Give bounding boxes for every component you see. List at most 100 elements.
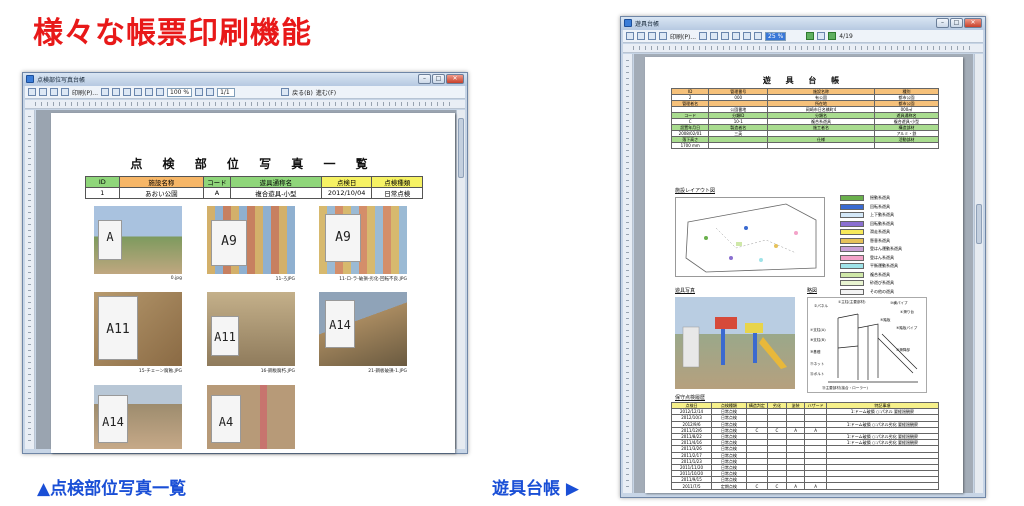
history-cell: 定期点検 [711, 482, 747, 490]
photo-section-title: 遊具写真 [675, 288, 696, 294]
first-page-icon[interactable] [195, 88, 204, 96]
legend-item: 登はん運動系遊具 [840, 245, 930, 254]
multi-page-icon[interactable] [732, 32, 741, 40]
photo-board: A [98, 220, 122, 260]
next-button[interactable]: 進む(F) [316, 88, 336, 97]
header-table: ID 施設名称 コード 遊具通称名 点検日 点検種類 1 あおい公園 A 複合遊… [85, 176, 423, 199]
find-icon[interactable] [710, 32, 719, 40]
col-header: 施設名称 [118, 176, 204, 188]
diagram-label: ⑦支柱(A) [810, 328, 826, 332]
equipment-legend: 揺動系遊具 回転系遊具 上下動系遊具 回転動系遊具 滑走系遊具 懸垂系遊具 登は… [840, 194, 930, 296]
col-header: 遊具通称名 [229, 176, 322, 188]
single-page-icon[interactable] [721, 32, 730, 40]
ledger-page: 遊 具 台 帳 ID 管理番号 施設名称 種別 2 000 有公園 都市公園 管… [645, 57, 963, 493]
print-icon[interactable] [61, 88, 69, 96]
vertical-scrollbar[interactable] [974, 54, 983, 493]
legend-swatch [840, 246, 864, 253]
caption-ledger: 遊具台帳 ▶ [492, 479, 579, 499]
save-icon[interactable] [637, 32, 645, 40]
setup-icon[interactable] [648, 32, 656, 40]
page-indicator[interactable]: 1/1 [217, 87, 236, 97]
table-cell: 日常点検 [371, 187, 423, 199]
open-icon[interactable] [626, 32, 634, 40]
legend-label: 登はん系遊具 [870, 254, 894, 260]
copy-icon[interactable] [699, 32, 708, 40]
legend-item: 揺動系遊具 [840, 194, 930, 203]
equipment-ledger-window: 遊具台帳 – □ ✕ 印刷(P)... 25 % 4/19 遊 具 台 帳 ID… [620, 16, 986, 498]
vertical-ruler [623, 54, 633, 493]
photo-caption: 15-チェーン腐蝕.JPG [138, 369, 182, 374]
maximize-button[interactable]: □ [432, 74, 445, 84]
print-button[interactable]: 印刷(P)... [670, 32, 696, 41]
info-cell: 1700 mm [670, 142, 710, 149]
history-section-title: 保守点検履歴 [675, 395, 706, 401]
diagram-label: ⑩滑降部 [896, 348, 911, 352]
history-cell: A [785, 482, 806, 490]
legend-swatch [840, 203, 864, 210]
legend-swatch [840, 254, 864, 261]
horizontal-ruler [623, 44, 983, 53]
legend-label: 滑走系遊具 [870, 229, 890, 235]
history-header: 構造判定 [745, 401, 769, 410]
back-button[interactable]: 戻る(B) [292, 88, 313, 97]
history-cell [825, 482, 940, 490]
window-title: 遊具台帳 [635, 21, 660, 28]
minimize-button[interactable]: – [418, 74, 431, 84]
info-cell [873, 142, 940, 149]
close-button[interactable]: ✕ [446, 74, 464, 84]
diagram-label: ③横パイプ [890, 301, 908, 305]
app-icon [26, 75, 34, 83]
legend-item: 砂遊び系遊具 [840, 279, 930, 288]
diagram-label: ⑫ボルト [810, 372, 825, 376]
inspection-photo: A [94, 206, 182, 274]
print-button[interactable]: 印刷(P)... [72, 88, 98, 97]
history-cell: C [745, 482, 769, 490]
setup-icon[interactable] [50, 88, 58, 96]
col-header: 点検種類 [371, 176, 423, 188]
open-icon[interactable] [28, 88, 36, 96]
legend-label: 砂遊び系遊具 [870, 280, 894, 286]
find-icon[interactable] [112, 88, 121, 96]
app-icon [624, 19, 632, 27]
legend-item: 平衡運動系遊具 [840, 262, 930, 271]
ledger-title: 遊 具 台 帳 [762, 76, 846, 85]
info-table: ID 管理番号 施設名称 種別 2 000 有公園 都市公園 管理者名 所在地 … [670, 88, 940, 149]
photo-board: A4 [211, 395, 241, 443]
report-title: 点 検 部 位 写 真 一 覧 [130, 157, 376, 171]
legend-label: 上下動系遊具 [870, 212, 894, 218]
caption-photo-list: ▲点検部位写真一覧 [37, 479, 187, 499]
col-header: ID [85, 176, 120, 188]
zoom-select[interactable]: 100 % [167, 87, 193, 97]
close-button[interactable]: ✕ [964, 18, 982, 28]
minimize-button[interactable]: – [936, 18, 949, 28]
legend-swatch [840, 288, 864, 295]
photo-caption: 21-鋼板破損-1.JPG [368, 369, 407, 374]
maximize-button[interactable]: □ [950, 18, 963, 28]
single-page-icon[interactable] [123, 88, 132, 96]
layout-section-title: 施設レイアウト図 [675, 188, 716, 194]
inspection-photo: A14 [319, 292, 407, 366]
prev-page-icon[interactable] [206, 88, 215, 96]
legend-label: その他の遊具 [870, 288, 894, 294]
zoom-in-icon[interactable] [754, 32, 763, 40]
last-page-icon[interactable] [281, 88, 290, 96]
table-row: 2011/7/5 定期点検 C C A A [670, 482, 940, 490]
zoom-select[interactable]: 25 % [765, 31, 787, 41]
zoom-out-icon[interactable] [145, 88, 154, 96]
legend-item: 回転動系遊具 [840, 220, 930, 229]
vertical-scrollbar[interactable] [456, 110, 465, 449]
horizontal-ruler [25, 100, 465, 109]
copy-icon[interactable] [101, 88, 110, 96]
legend-label: 複合系遊具 [870, 271, 890, 277]
prev-page-icon[interactable] [828, 32, 837, 40]
first-page-icon[interactable] [817, 32, 826, 40]
history-cell: A [804, 482, 827, 490]
multi-page-icon[interactable] [134, 88, 143, 96]
print-icon[interactable] [659, 32, 667, 40]
refresh-icon[interactable] [806, 32, 815, 40]
layout-map-drawing [685, 203, 817, 273]
page-indicator[interactable]: 4/19 [839, 33, 852, 40]
zoom-out-icon[interactable] [743, 32, 752, 40]
save-icon[interactable] [39, 88, 47, 96]
zoom-in-icon[interactable] [156, 88, 165, 96]
